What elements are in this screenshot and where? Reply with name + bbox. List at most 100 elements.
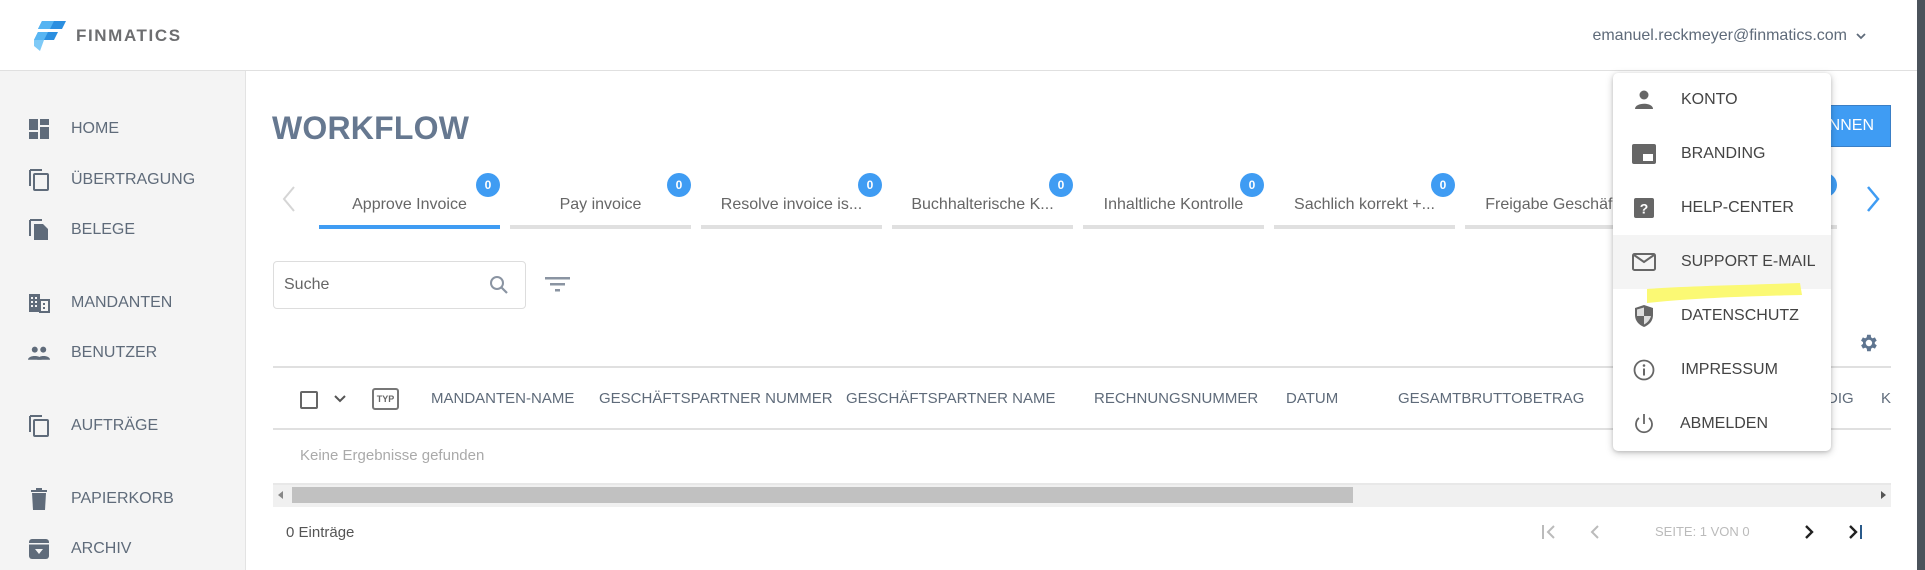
column-header[interactable]: GESAMTBRUTTOBETRAG bbox=[1398, 390, 1584, 407]
sidebar-item-archiv[interactable]: ARCHIV bbox=[0, 529, 245, 569]
search-icon[interactable] bbox=[489, 275, 509, 295]
column-header[interactable]: RECHNUNGSNUMMER bbox=[1094, 390, 1258, 407]
tab-underline bbox=[510, 225, 691, 229]
sidebar-item-label: PAPIERKORB bbox=[71, 490, 174, 507]
tab-pay-invoice[interactable]: Pay invoice 0 bbox=[510, 173, 691, 229]
copy-icon bbox=[28, 169, 50, 191]
archive-icon bbox=[28, 538, 50, 560]
count-badge: 0 bbox=[1431, 173, 1455, 197]
business-icon bbox=[28, 292, 50, 314]
tab-underline bbox=[1274, 225, 1455, 229]
tab-underline bbox=[701, 225, 882, 229]
filter-icon[interactable] bbox=[545, 273, 570, 295]
search-input[interactable] bbox=[284, 262, 474, 308]
logo[interactable]: FINMATICS bbox=[34, 21, 182, 51]
column-header[interactable]: GESCHÄFTSPARTNER NUMMER bbox=[599, 390, 833, 407]
tab-buchhalterische-kontrolle[interactable]: Buchhalterische K... 0 bbox=[892, 173, 1073, 229]
svg-text:?: ? bbox=[1640, 201, 1649, 217]
tab-label: Approve Invoice bbox=[352, 196, 467, 213]
person-icon bbox=[1631, 87, 1657, 113]
user-dropdown-menu: KONTO BRANDING ? HELP-CENTER SUPPORT E-M… bbox=[1613, 73, 1831, 451]
tab-label: Sachlich korrekt +... bbox=[1294, 196, 1435, 213]
column-header[interactable]: DATUM bbox=[1286, 390, 1338, 407]
menu-item-label: SUPPORT E-MAIL bbox=[1681, 253, 1816, 270]
menu-item-konto[interactable]: KONTO bbox=[1613, 73, 1831, 127]
people-icon bbox=[28, 342, 50, 364]
power-icon bbox=[1631, 411, 1657, 437]
column-header[interactable]: MANDANTEN-NAME bbox=[431, 390, 574, 407]
menu-item-label: KONTO bbox=[1681, 91, 1738, 108]
sidebar-item-label: AUFTRÄGE bbox=[71, 417, 159, 434]
tab-label: Inhaltliche Kontrolle bbox=[1103, 196, 1244, 213]
sidebar-item-mandanten[interactable]: MANDANTEN bbox=[0, 283, 245, 323]
last-page-icon[interactable] bbox=[1844, 522, 1866, 542]
menu-item-label: IMPRESSUM bbox=[1681, 361, 1778, 378]
mail-icon bbox=[1631, 249, 1657, 275]
count-badge: 0 bbox=[858, 173, 882, 197]
search-field[interactable] bbox=[273, 261, 526, 309]
menu-item-label: DATENSCHUTZ bbox=[1681, 307, 1799, 324]
help-icon: ? bbox=[1631, 195, 1657, 221]
menu-item-impressum[interactable]: IMPRESSUM bbox=[1613, 343, 1831, 397]
menu-item-help-center[interactable]: ? HELP-CENTER bbox=[1613, 181, 1831, 235]
sidebar-item-uebertragung[interactable]: ÜBERTRAGUNG bbox=[0, 160, 245, 200]
user-menu[interactable]: emanuel.reckmeyer@finmatics.com bbox=[1592, 27, 1867, 45]
sidebar-item-label: BELEGE bbox=[71, 221, 136, 238]
menu-item-label: BRANDING bbox=[1681, 145, 1766, 162]
empty-message: Keine Ergebnisse gefunden bbox=[300, 447, 485, 464]
sidebar: HOME ÜBERTRAGUNG BELEGE MANDANTEN BENUTZ… bbox=[0, 71, 246, 570]
sidebar-item-label: ÜBERTRAGUNG bbox=[71, 171, 196, 188]
scroll-left-arrow-icon[interactable] bbox=[278, 491, 283, 499]
scroll-right-arrow-icon[interactable] bbox=[1881, 491, 1886, 499]
tab-resolve-invoice[interactable]: Resolve invoice is... 0 bbox=[701, 173, 882, 229]
sidebar-item-home[interactable]: HOME bbox=[0, 109, 245, 149]
tab-approve-invoice[interactable]: Approve Invoice 0 bbox=[319, 173, 500, 229]
finmatics-logo-icon bbox=[34, 21, 66, 51]
sidebar-item-label: MANDANTEN bbox=[71, 294, 173, 311]
column-header[interactable]: GESCHÄFTSPARTNER NAME bbox=[846, 390, 1055, 407]
page-scrollbar[interactable] bbox=[1917, 0, 1925, 570]
tab-sachlich-korrekt[interactable]: Sachlich korrekt +... 0 bbox=[1274, 173, 1455, 229]
menu-item-label: ABMELDEN bbox=[1680, 415, 1769, 432]
shield-icon bbox=[1631, 303, 1657, 329]
branding-icon bbox=[1631, 141, 1657, 167]
menu-item-abmelden[interactable]: ABMELDEN bbox=[1613, 397, 1831, 451]
gear-icon[interactable] bbox=[1857, 332, 1879, 354]
tab-label: Pay invoice bbox=[559, 196, 642, 213]
count-badge: 0 bbox=[1240, 173, 1264, 197]
chevron-down-icon[interactable] bbox=[332, 391, 348, 407]
next-page-icon[interactable] bbox=[1798, 522, 1820, 542]
tab-label: Resolve invoice is... bbox=[720, 196, 863, 213]
tabs-next-icon[interactable] bbox=[1862, 183, 1884, 215]
count-badge: 0 bbox=[1049, 173, 1073, 197]
sidebar-item-label: HOME bbox=[71, 120, 119, 137]
top-bar: FINMATICS emanuel.reckmeyer@finmatics.co… bbox=[0, 0, 1917, 71]
sidebar-item-benutzer[interactable]: BENUTZER bbox=[0, 333, 245, 373]
menu-item-branding[interactable]: BRANDING bbox=[1613, 127, 1831, 181]
page-title: WORKFLOW bbox=[272, 110, 470, 146]
type-column-icon[interactable]: TYP bbox=[372, 388, 399, 410]
sidebar-item-label: BENUTZER bbox=[71, 344, 158, 361]
trash-icon bbox=[28, 488, 50, 510]
dashboard-icon bbox=[28, 118, 50, 140]
page-info: SEITE: 1 VON 0 bbox=[1655, 524, 1750, 539]
menu-item-label: HELP-CENTER bbox=[1681, 199, 1794, 216]
tab-label: Buchhalterische K... bbox=[911, 196, 1054, 213]
sidebar-item-belege[interactable]: BELEGE bbox=[0, 210, 245, 250]
column-header[interactable]: K bbox=[1881, 390, 1891, 407]
scrollbar-thumb[interactable] bbox=[292, 487, 1353, 503]
prev-page-icon[interactable] bbox=[1584, 522, 1606, 542]
copy-icon bbox=[28, 415, 50, 437]
tab-underline bbox=[1083, 225, 1264, 229]
sidebar-item-label: ARCHIV bbox=[71, 540, 132, 557]
sidebar-item-papierkorb[interactable]: PAPIERKORB bbox=[0, 479, 245, 519]
first-page-icon[interactable] bbox=[1539, 522, 1561, 542]
tabs-prev-icon[interactable] bbox=[278, 183, 300, 215]
tab-inhaltliche-kontrolle[interactable]: Inhaltliche Kontrolle 0 bbox=[1083, 173, 1264, 229]
select-all-checkbox[interactable] bbox=[300, 391, 318, 409]
count-badge: 0 bbox=[476, 173, 500, 197]
horizontal-scrollbar[interactable] bbox=[273, 483, 1891, 507]
documents-icon bbox=[28, 219, 50, 241]
sidebar-item-auftraege[interactable]: AUFTRÄGE bbox=[0, 406, 245, 446]
user-email: emanuel.reckmeyer@finmatics.com bbox=[1592, 27, 1847, 44]
